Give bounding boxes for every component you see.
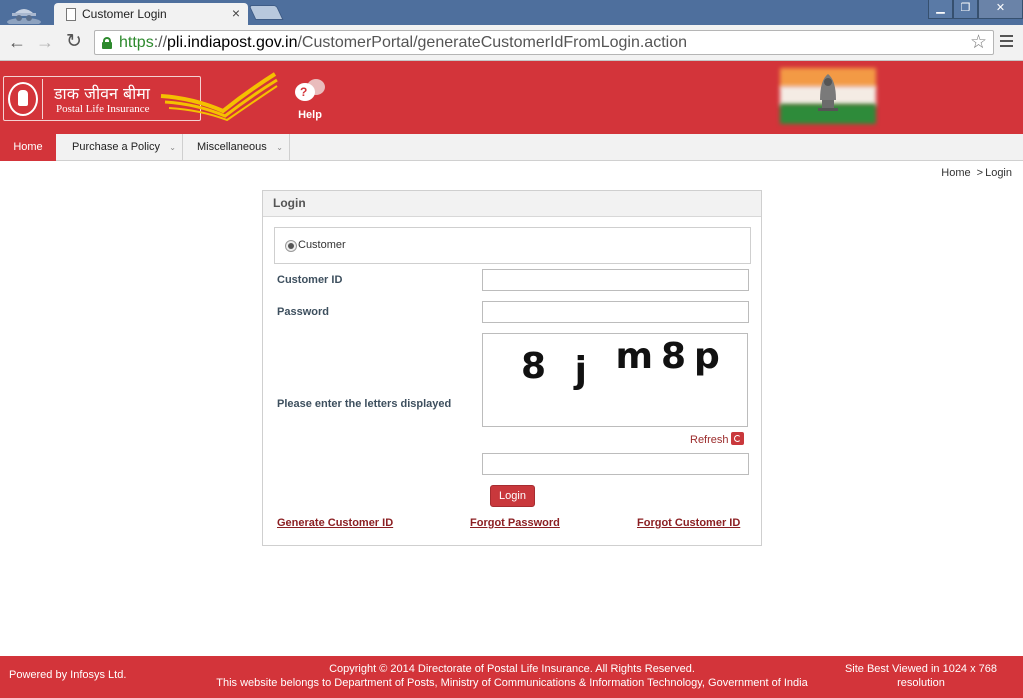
nav-purchase-a-policy[interactable]: Purchase a Policy ⌄ [57, 134, 183, 161]
refresh-icon [730, 432, 744, 445]
back-arrow-icon[interactable]: ← [8, 31, 26, 53]
help-link[interactable]: ? Help [293, 79, 327, 121]
captcha-char-2: j [574, 350, 595, 391]
captcha-input[interactable] [482, 453, 749, 475]
minimize-button[interactable]: ▁ [928, 0, 953, 19]
powered-by-text: Powered by Infosys Ltd. [9, 669, 127, 681]
url-scheme: https [119, 34, 154, 51]
bookmark-star-icon[interactable]: ☆ [970, 32, 987, 54]
login-panel-title: Login [263, 191, 761, 217]
page-icon [66, 8, 76, 21]
breadcrumb-current: Login [985, 167, 1012, 179]
nav-misc-label: Miscellaneous [197, 141, 267, 153]
pli-logo[interactable]: डाक जीवन बीमा Postal Life Insurance [3, 72, 278, 121]
tab-title: Customer Login [82, 7, 167, 21]
generate-customer-id-link[interactable]: Generate Customer ID [277, 517, 393, 529]
hand-emblem-icon [8, 82, 38, 116]
india-post-swoosh-icon [160, 72, 278, 121]
incognito-icon [7, 9, 41, 24]
refresh-label: Refresh [690, 434, 729, 446]
breadcrumb-home[interactable]: Home [941, 167, 970, 179]
footer-center: Copyright © 2014 Directorate of Postal L… [205, 662, 819, 690]
forward-arrow-icon[interactable]: → [36, 31, 54, 53]
login-button[interactable]: Login [490, 485, 535, 507]
logo-hindi-text: डाक जीवन बीमा [54, 84, 150, 103]
captcha-label: Please enter the letters displayed [277, 398, 452, 410]
ownership-text: This website belongs to Department of Po… [216, 677, 808, 689]
user-type-box: Customer [274, 227, 751, 264]
customer-radio[interactable] [285, 240, 297, 252]
address-bar[interactable]: https://pli.indiapost.gov.in/CustomerPor… [94, 30, 994, 55]
password-input[interactable] [482, 301, 749, 323]
browser-toolbar: ← → ↻ https://pli.indiapost.gov.in/Custo… [0, 25, 1023, 61]
lock-icon[interactable] [102, 37, 112, 49]
help-label: Help [298, 109, 322, 121]
window-controls: ▁ ❐ ✕ [928, 0, 1023, 19]
logo-english-text: Postal Life Insurance [56, 103, 150, 115]
new-tab-button[interactable] [248, 5, 284, 20]
best-viewed-text: Site Best Viewed in 1024 x 768 resolutio… [836, 662, 1006, 690]
captcha-char-3: m8p [615, 336, 728, 377]
browser-titlebar: Customer Login × ▁ ❐ ✕ [0, 0, 1023, 26]
site-footer: Powered by Infosys Ltd. Copyright © 2014… [0, 656, 1023, 698]
best-viewed-line-2: resolution [897, 677, 945, 689]
browser-menu-icon[interactable] [1000, 35, 1013, 49]
customer-id-label: Customer ID [277, 274, 343, 286]
customer-radio-label[interactable]: Customer [298, 239, 346, 251]
captcha-char-1: 8 [521, 346, 555, 387]
site-header: डाक जीवन बीमा Postal Life Insurance ? He… [0, 61, 1023, 134]
reload-icon[interactable]: ↻ [66, 31, 82, 53]
national-emblem [776, 64, 880, 128]
window-close-button[interactable]: ✕ [978, 0, 1023, 19]
url-separator: :// [153, 34, 168, 51]
main-nav: Home Purchase a Policy ⌄ Miscellaneous ⌄ [0, 134, 1023, 161]
nav-home[interactable]: Home [0, 134, 56, 161]
password-label: Password [277, 306, 329, 318]
captcha-text: 8 j m8p [521, 336, 728, 391]
browser-tab-active[interactable]: Customer Login × [54, 3, 248, 26]
nav-purchase-label: Purchase a Policy [72, 141, 161, 153]
breadcrumb: Home > Login [941, 167, 1012, 179]
chevron-down-icon: ⌄ [276, 143, 283, 152]
ashoka-emblem-icon [818, 74, 838, 111]
breadcrumb-separator: > [976, 167, 984, 179]
help-question-mark: ? [300, 85, 308, 99]
copyright-text: Copyright © 2014 Directorate of Postal L… [329, 663, 695, 675]
nav-miscellaneous[interactable]: Miscellaneous ⌄ [183, 134, 290, 161]
login-panel: Login Customer Customer ID Password Plea… [262, 190, 762, 546]
url-host: pli.indiapost.gov.in [167, 34, 298, 51]
customer-id-input[interactable] [482, 269, 749, 291]
url-path: /CustomerPortal/generateCustomerIdFromLo… [297, 34, 687, 51]
tab-close-icon[interactable]: × [232, 5, 240, 21]
url-text[interactable]: https://pli.indiapost.gov.in/CustomerPor… [119, 34, 687, 52]
restore-button[interactable]: ❐ [953, 0, 978, 19]
help-speech-bubbles-icon: ? [295, 79, 325, 107]
best-viewed-line-1: Site Best Viewed in 1024 x 768 [844, 663, 998, 675]
captcha-refresh-link[interactable]: Refresh [690, 432, 744, 446]
forgot-password-link[interactable]: Forgot Password [470, 517, 560, 529]
captcha-image: 8 j m8p [482, 333, 748, 427]
chevron-down-icon: ⌄ [169, 143, 176, 152]
forgot-customer-id-link[interactable]: Forgot Customer ID [637, 517, 740, 529]
